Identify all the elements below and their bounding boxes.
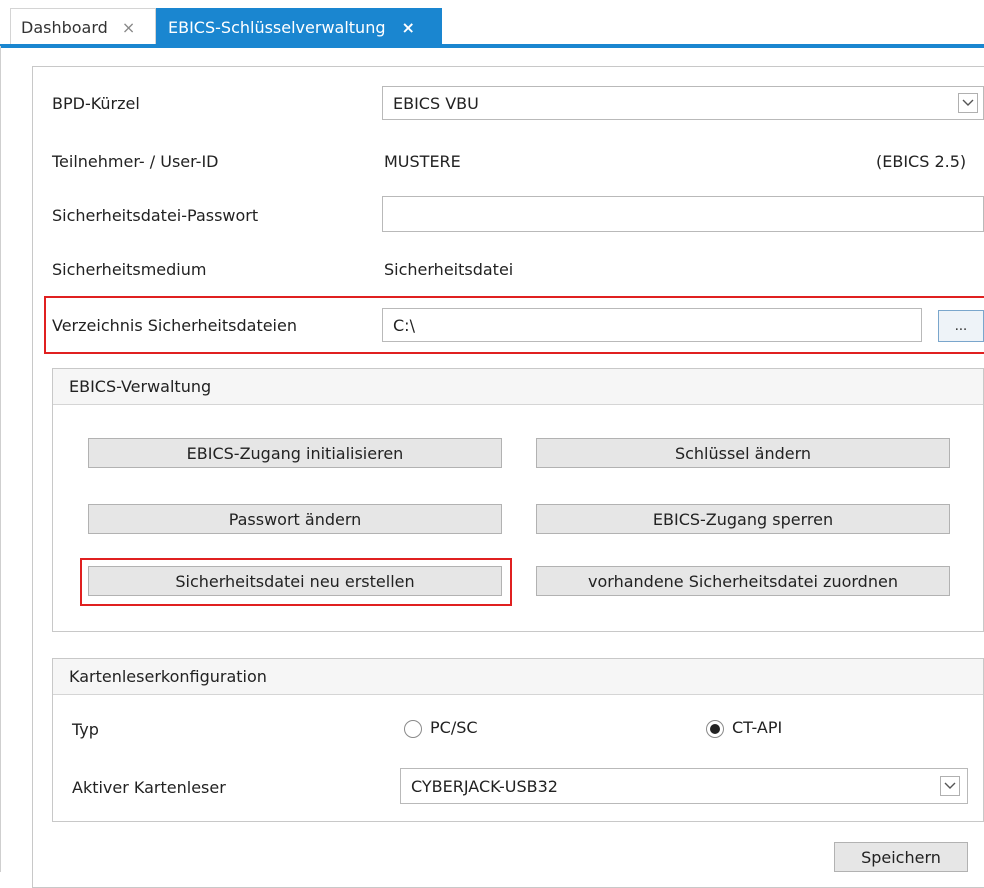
active-reader-label: Aktiver Kartenleser: [72, 778, 226, 797]
new-security-file-button[interactable]: Sicherheitsdatei neu erstellen: [88, 566, 502, 596]
medium-value: Sicherheitsdatei: [384, 260, 514, 279]
type-label: Typ: [72, 720, 99, 739]
password-field[interactable]: [382, 196, 984, 232]
init-ebics-button[interactable]: EBICS-Zugang initialisieren: [88, 438, 502, 468]
save-button-label: Speichern: [861, 847, 941, 867]
radio-pcsc-label: PC/SC: [430, 718, 478, 737]
tab-ebics-label: EBICS-Schlüsselverwaltung: [168, 17, 386, 37]
lock-ebics-button[interactable]: EBICS-Zugang sperren: [536, 504, 950, 534]
bpd-label: BPD-Kürzel: [52, 94, 140, 113]
ebics-admin-header: EBICS-Verwaltung: [53, 369, 983, 405]
bpd-select-value: EBICS VBU: [393, 93, 479, 113]
browse-button[interactable]: ...: [938, 310, 984, 342]
tab-dashboard[interactable]: Dashboard ×: [10, 8, 156, 46]
tab-underline: [0, 44, 984, 48]
init-ebics-label: EBICS-Zugang initialisieren: [186, 443, 404, 463]
new-security-file-label: Sicherheitsdatei neu erstellen: [175, 571, 415, 591]
user-id-value: MUSTERE: [384, 152, 461, 171]
directory-label: Verzeichnis Sicherheitsdateien: [52, 316, 297, 335]
radio-ctapi-label: CT-API: [732, 718, 783, 737]
lock-ebics-label: EBICS-Zugang sperren: [652, 509, 834, 529]
tab-bar: Dashboard × EBICS-Schlüsselverwaltung ×: [0, 0, 984, 46]
window-edge: [0, 46, 1, 872]
password-label: Sicherheitsdatei-Passwort: [52, 206, 259, 225]
change-password-label: Passwort ändern: [228, 509, 362, 529]
close-icon[interactable]: ×: [122, 18, 135, 37]
radio-pcsc[interactable]: [404, 720, 422, 738]
bpd-select[interactable]: EBICS VBU: [382, 86, 984, 120]
save-button[interactable]: Speichern: [834, 842, 968, 872]
directory-field[interactable]: C:\: [382, 308, 922, 342]
assign-security-file-label: vorhandene Sicherheitsdatei zuordnen: [588, 571, 898, 591]
directory-field-value: C:\: [393, 315, 415, 335]
change-key-button[interactable]: Schlüssel ändern: [536, 438, 950, 468]
user-id-label: Teilnehmer- / User-ID: [52, 152, 219, 171]
ebics-version: (EBICS 2.5): [876, 152, 967, 171]
active-reader-value: CYBERJACK-USB32: [411, 776, 558, 796]
chevron-down-icon[interactable]: [940, 776, 960, 796]
card-reader-header: Kartenleserkonfiguration: [53, 659, 983, 695]
change-password-button[interactable]: Passwort ändern: [88, 504, 502, 534]
radio-ctapi[interactable]: [706, 720, 724, 738]
medium-label: Sicherheitsmedium: [52, 260, 207, 279]
close-icon[interactable]: ×: [401, 18, 414, 37]
ebics-admin-title: EBICS-Verwaltung: [69, 377, 212, 396]
card-reader-title: Kartenleserkonfiguration: [69, 667, 267, 686]
tab-ebics-key-management[interactable]: EBICS-Schlüsselverwaltung ×: [156, 8, 442, 46]
active-reader-select[interactable]: CYBERJACK-USB32: [400, 768, 968, 804]
tab-dashboard-label: Dashboard: [21, 18, 108, 37]
browse-button-label: ...: [954, 318, 968, 334]
chevron-down-icon[interactable]: [958, 93, 978, 113]
change-key-label: Schlüssel ändern: [674, 443, 812, 463]
assign-security-file-button[interactable]: vorhandene Sicherheitsdatei zuordnen: [536, 566, 950, 596]
